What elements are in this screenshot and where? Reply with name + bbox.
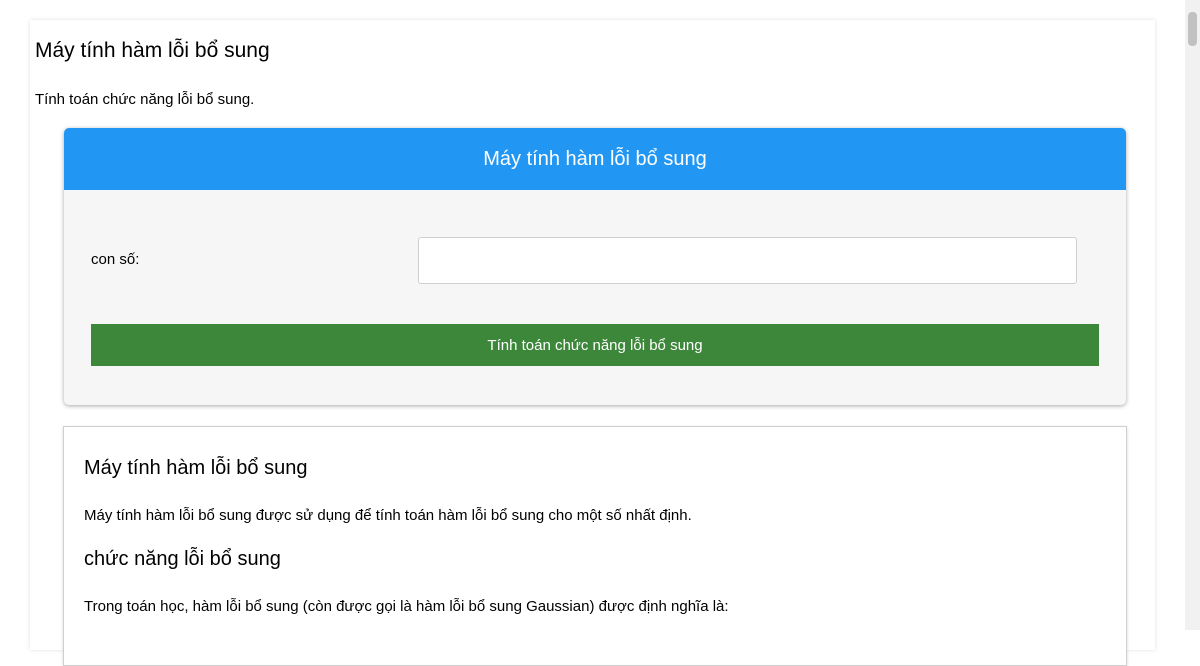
- calculate-button[interactable]: Tính toán chức năng lỗi bổ sung: [91, 324, 1099, 366]
- info-description: Máy tính hàm lỗi bổ sung được sử dụng để…: [84, 507, 692, 524]
- vertical-scrollbar[interactable]: [1185, 0, 1200, 630]
- page-subtitle: Tính toán chức năng lỗi bổ sung.: [35, 91, 255, 108]
- info-definition: Trong toán học, hàm lỗi bổ sung (còn đượ…: [84, 598, 729, 615]
- number-input[interactable]: [418, 237, 1077, 284]
- page-title: Máy tính hàm lỗi bổ sung: [35, 39, 270, 62]
- info-subheading: chức năng lỗi bổ sung: [84, 548, 281, 570]
- number-label: con số:: [91, 251, 140, 268]
- calculator-header: Máy tính hàm lỗi bổ sung: [64, 128, 1126, 190]
- page-container: Máy tính hàm lỗi bổ sung Tính toán chức …: [30, 20, 1155, 666]
- info-title: Máy tính hàm lỗi bổ sung: [84, 457, 308, 479]
- calculator-card: Máy tính hàm lỗi bổ sung con số: Tính to…: [64, 128, 1126, 405]
- scrollbar-thumb[interactable]: [1188, 12, 1197, 46]
- info-box: Máy tính hàm lỗi bổ sung Máy tính hàm lỗ…: [63, 426, 1127, 666]
